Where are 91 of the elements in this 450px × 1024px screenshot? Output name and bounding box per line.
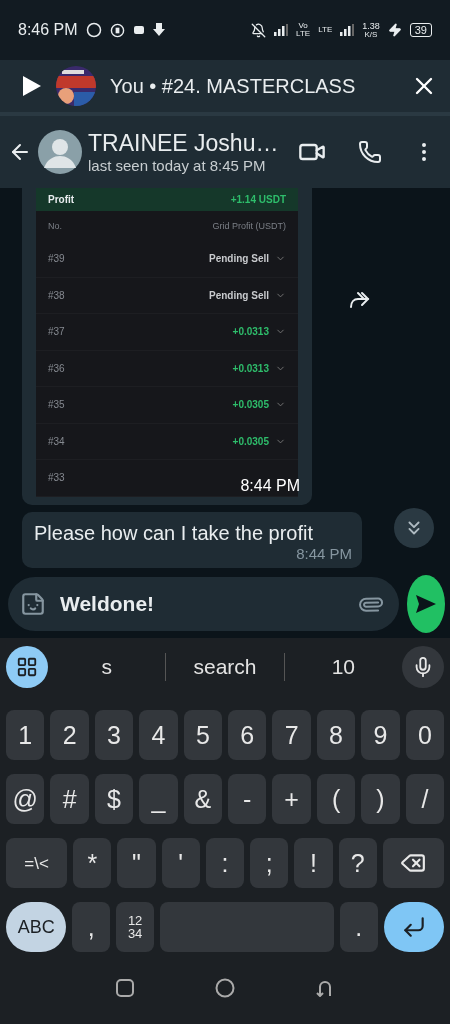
keyboard-key[interactable]: !: [294, 838, 333, 888]
abc-key[interactable]: ABC: [6, 902, 67, 952]
keyboard-key[interactable]: =\<: [6, 838, 68, 888]
keyboard-key[interactable]: ": [117, 838, 156, 888]
send-button[interactable]: [407, 574, 445, 633]
grid-profit: Pending Sell: [209, 289, 269, 301]
signal-icon: [340, 24, 355, 36]
bell-off-icon: [251, 22, 267, 38]
mic-button[interactable]: [402, 646, 444, 688]
circle-icon: [109, 22, 125, 38]
message-input[interactable]: Weldone!: [58, 590, 347, 617]
charging-icon: [387, 23, 402, 37]
keyboard-key[interactable]: 2: [50, 710, 89, 760]
keyboard-key[interactable]: .: [339, 902, 378, 952]
column-header: Grid Profit (USDT): [212, 221, 286, 231]
status-time: 8:46 PM: [18, 21, 78, 39]
text-message[interactable]: Please how can I take the profit 8:44 PM: [22, 511, 362, 568]
keyboard-key[interactable]: ): [361, 774, 400, 824]
keyboard-key[interactable]: (: [316, 774, 356, 824]
grid-profit: +0.0313: [232, 326, 269, 338]
scroll-down-button[interactable]: [394, 508, 434, 548]
keyboard-key[interactable]: ,: [72, 902, 111, 952]
suggestion[interactable]: 10: [284, 655, 402, 679]
phone-icon[interactable]: [358, 140, 382, 164]
network-label: LTE: [296, 30, 311, 38]
keyboard-key[interactable]: #: [50, 774, 89, 824]
keyboard-key[interactable]: *: [73, 838, 112, 888]
message-time: 8:44 PM: [240, 476, 300, 495]
grid-profit: Pending Sell: [209, 253, 269, 265]
media-title: You • #24. MASTERCLASS: [110, 74, 357, 98]
enter-key[interactable]: [383, 902, 444, 952]
sticker-icon[interactable]: [20, 590, 46, 617]
profit-label: Profit: [48, 194, 75, 205]
row-number: #35: [48, 399, 65, 411]
app-icon: [132, 24, 145, 36]
keyboard-key[interactable]: 9: [361, 710, 400, 760]
backspace-key[interactable]: [382, 838, 444, 888]
keyboard-key[interactable]: 12 34: [116, 902, 154, 952]
keyboard-key[interactable]: 0: [405, 710, 445, 760]
row-number: #34: [48, 435, 65, 447]
back-icon[interactable]: [315, 979, 334, 997]
grid-profit: +0.0305: [232, 399, 269, 411]
keyboard-key[interactable]: @: [6, 774, 45, 824]
home-icon[interactable]: [215, 978, 235, 998]
keyboard-key[interactable]: 1: [6, 710, 45, 760]
speed-unit: K/S: [364, 30, 378, 39]
suggestion[interactable]: search: [166, 655, 284, 679]
row-number: #39: [48, 253, 65, 265]
row-number: #38: [48, 289, 65, 301]
message-field[interactable]: Weldone!: [8, 576, 399, 631]
download-icon: [152, 23, 165, 37]
keyboard-key[interactable]: 8: [316, 710, 356, 760]
keyboard-key[interactable]: :: [205, 838, 245, 888]
row-number: #37: [48, 326, 65, 338]
column-header: No.: [48, 221, 62, 231]
network-label: Vo: [298, 22, 308, 30]
grid-icon: [16, 656, 38, 678]
network-label: LTE: [318, 26, 333, 34]
keyboard-key[interactable]: /: [405, 774, 445, 824]
apps-button[interactable]: [6, 646, 48, 688]
row-number: #33: [48, 472, 65, 484]
suggestion[interactable]: s: [48, 655, 166, 679]
keyboard-key[interactable]: ': [161, 838, 200, 888]
profit-value: +1.14 USDT: [230, 194, 286, 205]
network-speed: 1.38: [362, 21, 380, 31]
recents-icon[interactable]: [116, 979, 135, 997]
battery-level: 39: [409, 23, 432, 37]
keyboard-key[interactable]: 5: [183, 710, 223, 760]
keyboard-key[interactable]: 7: [272, 710, 311, 760]
keyboard-key[interactable]: &: [183, 774, 223, 824]
keyboard-key[interactable]: 3: [94, 710, 134, 760]
message-time: 8:44 PM: [296, 544, 352, 562]
send-icon: [415, 593, 437, 614]
keyboard-key[interactable]: ;: [250, 838, 289, 888]
message-text: Please how can I take the profit: [34, 521, 315, 545]
keyboard-key[interactable]: 4: [139, 710, 178, 760]
grid-profit: +0.0305: [232, 435, 269, 447]
play-icon[interactable]: [22, 75, 42, 97]
avatar[interactable]: [38, 130, 82, 174]
keyboard-key[interactable]: -: [228, 774, 267, 824]
keyboard-key[interactable]: 6: [228, 710, 267, 760]
keyboard-key[interactable]: +: [272, 774, 311, 824]
keyboard-key[interactable]: ?: [338, 838, 377, 888]
last-seen: last seen today at 8:45 PM: [88, 157, 267, 174]
grid-profit: +0.0313: [232, 362, 269, 374]
row-number: #36: [48, 362, 65, 374]
keyboard-key[interactable]: _: [139, 774, 178, 824]
signal-icon: [274, 24, 289, 36]
keyboard-key[interactable]: $: [94, 774, 134, 824]
contact-name[interactable]: TRAINEE Joshu…: [88, 130, 292, 157]
forward-icon: [348, 291, 372, 309]
